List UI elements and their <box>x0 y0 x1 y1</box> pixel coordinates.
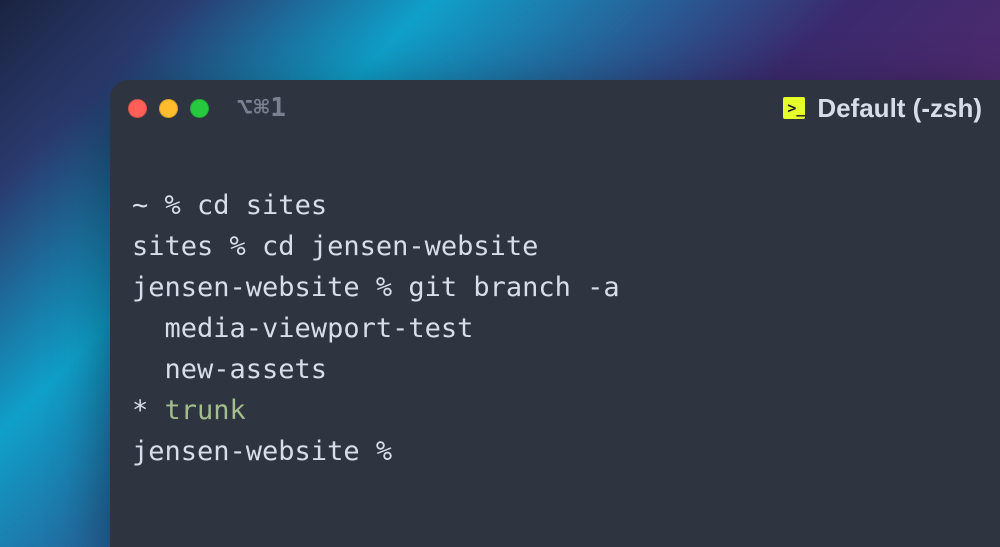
terminal-line: media-viewport-test <box>132 313 473 344</box>
terminal-line: sites % cd jensen-website <box>132 231 538 262</box>
titlebar: ⌥⌘1 >_ Default (-zsh) <box>110 80 1000 136</box>
prompt: jensen-website % <box>132 272 408 303</box>
terminal-line: * trunk <box>132 395 246 426</box>
close-button[interactable] <box>128 99 147 118</box>
zoom-button[interactable] <box>190 99 209 118</box>
current-branch-marker: * <box>132 395 165 426</box>
terminal-content[interactable]: ~ % cd sites sites % cd jensen-website j… <box>110 136 1000 535</box>
current-branch-name: trunk <box>165 395 246 426</box>
prompt: ~ % <box>132 190 197 221</box>
terminal-line: ~ % cd sites <box>132 190 327 221</box>
command-text: git branch -a <box>408 272 619 303</box>
terminal-line: jensen-website % <box>132 436 408 467</box>
command-text: cd jensen-website <box>262 231 538 262</box>
prompt: sites % <box>132 231 262 262</box>
terminal-line: jensen-website % git branch -a <box>132 272 620 303</box>
tab-shortcut: ⌥⌘1 <box>237 93 287 123</box>
terminal-icon: >_ <box>783 97 805 119</box>
tab-indicator: ⌥⌘1 <box>237 93 287 123</box>
prompt: jensen-website % <box>132 436 408 467</box>
minimize-button[interactable] <box>159 99 178 118</box>
profile-text: Default (-zsh) <box>817 93 982 124</box>
branch-name: media-viewport-test <box>132 313 473 344</box>
command-text: cd sites <box>197 190 327 221</box>
terminal-window: ⌥⌘1 >_ Default (-zsh) ~ % cd sites sites… <box>110 80 1000 547</box>
terminal-line: new-assets <box>132 354 327 385</box>
profile-label[interactable]: >_ Default (-zsh) <box>783 93 982 124</box>
window-controls <box>128 99 209 118</box>
branch-name: new-assets <box>132 354 327 385</box>
